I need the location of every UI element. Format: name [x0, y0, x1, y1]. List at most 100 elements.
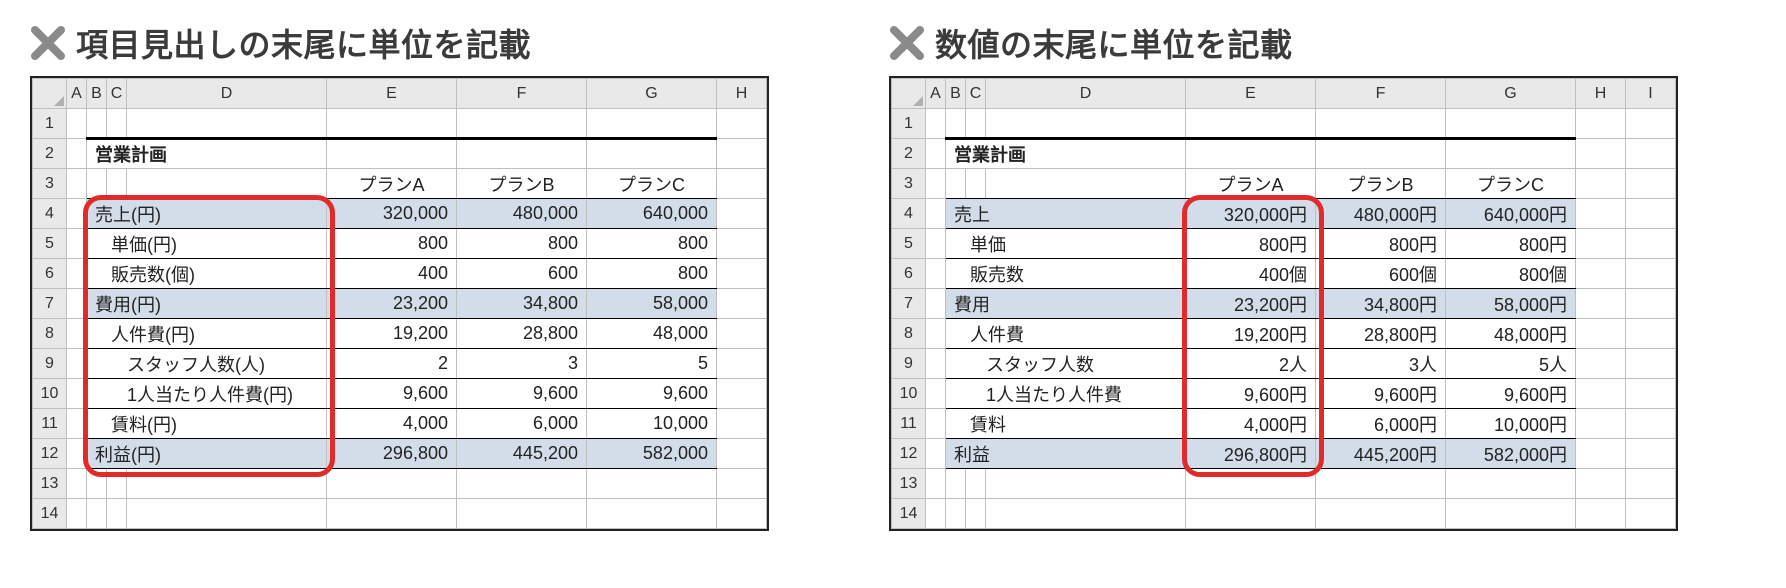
cell-G8[interactable]: 48,000円 [1446, 319, 1576, 349]
row-header-1[interactable]: 1 [33, 109, 67, 139]
cell-B13[interactable] [946, 469, 966, 499]
cell-G7[interactable]: 58,000円 [1446, 289, 1576, 319]
cell-B10[interactable]: 1人当たり人件費 [946, 379, 1186, 409]
row-header-5[interactable]: 5 [892, 229, 926, 259]
column-header-F[interactable]: F [1316, 79, 1446, 109]
cell-H14[interactable] [1576, 499, 1626, 529]
column-header-G[interactable]: G [587, 79, 717, 109]
row-header-4[interactable]: 4 [892, 199, 926, 229]
cell-B11[interactable]: 賃料(円) [87, 409, 327, 439]
column-header-H[interactable]: H [1576, 79, 1626, 109]
cell-F6[interactable]: 600個 [1316, 259, 1446, 289]
cell-H10[interactable] [717, 379, 767, 409]
cell-A10[interactable] [926, 379, 946, 409]
cell-A7[interactable] [67, 289, 87, 319]
cell-A5[interactable] [926, 229, 946, 259]
cell-C3[interactable] [107, 169, 127, 199]
cell-E7[interactable]: 23,200 [327, 289, 457, 319]
cell-D14[interactable] [127, 499, 327, 529]
cell-A5[interactable] [67, 229, 87, 259]
cell-H11[interactable] [1576, 409, 1626, 439]
cell-D1[interactable] [986, 109, 1186, 139]
cell-D1[interactable] [127, 109, 327, 139]
cell-G4[interactable]: 640,000円 [1446, 199, 1576, 229]
cell-H6[interactable] [1576, 259, 1626, 289]
cell-B12[interactable]: 利益(円) [87, 439, 327, 469]
row-header-8[interactable]: 8 [892, 319, 926, 349]
row-header-3[interactable]: 3 [33, 169, 67, 199]
cell-F4[interactable]: 480,000円 [1316, 199, 1446, 229]
cell-H1[interactable] [1576, 109, 1626, 139]
cell-A14[interactable] [67, 499, 87, 529]
cell-G14[interactable] [587, 499, 717, 529]
cell-E2[interactable] [327, 139, 457, 169]
cell-G11[interactable]: 10,000円 [1446, 409, 1576, 439]
cell-C13[interactable] [966, 469, 986, 499]
column-header-B[interactable]: B [946, 79, 966, 109]
cell-A9[interactable] [926, 349, 946, 379]
cell-B3[interactable] [946, 169, 966, 199]
cell-A1[interactable] [67, 109, 87, 139]
row-header-11[interactable]: 11 [33, 409, 67, 439]
cell-F4[interactable]: 480,000 [457, 199, 587, 229]
cell-H11[interactable] [717, 409, 767, 439]
cell-A7[interactable] [926, 289, 946, 319]
cell-B13[interactable] [87, 469, 107, 499]
cell-A4[interactable] [67, 199, 87, 229]
cell-F8[interactable]: 28,800円 [1316, 319, 1446, 349]
cell-H7[interactable] [717, 289, 767, 319]
cell-B2[interactable]: 営業計画 [87, 139, 327, 169]
row-header-4[interactable]: 4 [33, 199, 67, 229]
column-header-A[interactable]: A [926, 79, 946, 109]
cell-D13[interactable] [127, 469, 327, 499]
cell-F7[interactable]: 34,800円 [1316, 289, 1446, 319]
cell-I1[interactable] [1626, 109, 1676, 139]
cell-A14[interactable] [926, 499, 946, 529]
cell-F12[interactable]: 445,200 [457, 439, 587, 469]
cell-G11[interactable]: 10,000 [587, 409, 717, 439]
cell-E11[interactable]: 4,000円 [1186, 409, 1316, 439]
row-header-11[interactable]: 11 [892, 409, 926, 439]
cell-H8[interactable] [717, 319, 767, 349]
cell-A13[interactable] [926, 469, 946, 499]
cell-H9[interactable] [1576, 349, 1626, 379]
cell-D3[interactable] [127, 169, 327, 199]
cell-B11[interactable]: 賃料 [946, 409, 1186, 439]
cell-I5[interactable] [1626, 229, 1676, 259]
column-header-D[interactable]: D [127, 79, 327, 109]
cell-H12[interactable] [1576, 439, 1626, 469]
cell-E8[interactable]: 19,200 [327, 319, 457, 349]
row-header-14[interactable]: 14 [892, 499, 926, 529]
cell-B1[interactable] [87, 109, 107, 139]
cell-G9[interactable]: 5人 [1446, 349, 1576, 379]
cell-E1[interactable] [1186, 109, 1316, 139]
cell-G9[interactable]: 5 [587, 349, 717, 379]
cell-G5[interactable]: 800円 [1446, 229, 1576, 259]
column-header-F[interactable]: F [457, 79, 587, 109]
cell-G2[interactable] [1446, 139, 1576, 169]
cell-E13[interactable] [327, 469, 457, 499]
cell-I6[interactable] [1626, 259, 1676, 289]
cell-I10[interactable] [1626, 379, 1676, 409]
cell-I7[interactable] [1626, 289, 1676, 319]
cell-B2[interactable]: 営業計画 [946, 139, 1186, 169]
cell-G5[interactable]: 800 [587, 229, 717, 259]
cell-A12[interactable] [67, 439, 87, 469]
cell-H7[interactable] [1576, 289, 1626, 319]
cell-A11[interactable] [67, 409, 87, 439]
cell-C13[interactable] [107, 469, 127, 499]
column-header-I[interactable]: I [1626, 79, 1676, 109]
cell-F12[interactable]: 445,200円 [1316, 439, 1446, 469]
cell-G1[interactable] [1446, 109, 1576, 139]
cell-C3[interactable] [966, 169, 986, 199]
cell-E14[interactable] [1186, 499, 1316, 529]
cell-A6[interactable] [67, 259, 87, 289]
cell-H4[interactable] [717, 199, 767, 229]
cell-I11[interactable] [1626, 409, 1676, 439]
cell-H1[interactable] [717, 109, 767, 139]
row-header-2[interactable]: 2 [892, 139, 926, 169]
cell-A11[interactable] [926, 409, 946, 439]
cell-E10[interactable]: 9,600円 [1186, 379, 1316, 409]
cell-H8[interactable] [1576, 319, 1626, 349]
cell-F1[interactable] [1316, 109, 1446, 139]
